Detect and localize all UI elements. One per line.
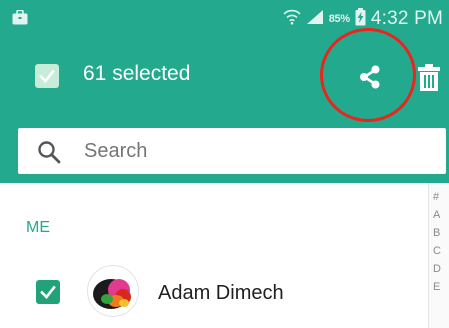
status-time: 4:32 PM — [370, 8, 443, 29]
contact-row[interactable]: Adam Dimech — [0, 262, 428, 328]
battery-charging-icon — [355, 7, 366, 31]
checkmark-icon — [40, 285, 56, 299]
index-letter[interactable]: B — [433, 227, 440, 239]
wifi-icon — [283, 9, 301, 30]
selection-action-bar: 61 selected — [0, 38, 449, 116]
share-button[interactable] — [345, 52, 395, 102]
checkmark-icon — [39, 69, 55, 83]
status-indicators: 85% 4:32 PM — [278, 7, 443, 31]
section-header-me: ME — [26, 219, 50, 236]
index-letter[interactable]: D — [433, 263, 441, 275]
search-input[interactable] — [84, 138, 424, 164]
delete-button[interactable] — [411, 52, 449, 102]
avatar-image — [93, 279, 131, 309]
signal-icon — [306, 9, 324, 30]
contact-name: Adam Dimech — [158, 282, 284, 304]
avatar — [87, 265, 139, 317]
status-bar: 85% 4:32 PM — [0, 0, 449, 38]
selected-count: 61 selected — [83, 62, 191, 85]
select-all-checkbox[interactable] — [35, 64, 59, 88]
search-box[interactable] — [18, 128, 446, 174]
index-letter[interactable]: C — [433, 245, 441, 257]
app-header: 85% 4:32 PM 61 selected — [0, 0, 449, 183]
battery-percent: 85% — [328, 13, 350, 25]
trash-icon — [418, 64, 440, 91]
alphabet-index[interactable]: # A B C D E — [428, 183, 449, 328]
briefcase-icon — [12, 9, 28, 30]
index-letter[interactable]: # — [433, 191, 439, 203]
search-icon — [38, 141, 61, 164]
index-letter[interactable]: E — [433, 281, 440, 293]
index-letter[interactable]: A — [433, 209, 440, 221]
contact-checkbox[interactable] — [36, 280, 60, 304]
share-icon — [360, 65, 380, 89]
